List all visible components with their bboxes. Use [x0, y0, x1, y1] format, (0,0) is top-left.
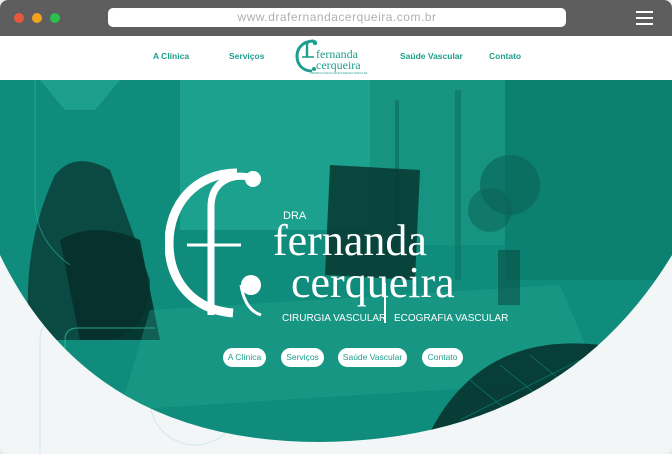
address-bar[interactable]: www.drafernandacerqueira.com.br [108, 8, 566, 27]
maximize-dot-icon[interactable] [50, 13, 60, 23]
hamburger-icon[interactable] [636, 11, 653, 25]
hero-logo: DRA fernanda cerqueira CIRURGIA VASCULAR… [165, 168, 508, 324]
header-logo-last-name: cerqueira [316, 58, 361, 72]
hero-logo-last-name: cerqueira [291, 258, 455, 307]
nav-link-servicos[interactable]: Serviços [229, 51, 264, 61]
nav-link-clinica[interactable]: A Clínica [153, 51, 189, 61]
header-logo[interactable]: fernanda cerqueira CIRURGIA VASCULAR ECO… [294, 37, 380, 75]
hero-logo-specialty-right: ECOGRAFIA VASCULAR [394, 313, 508, 324]
close-dot-icon[interactable] [14, 13, 24, 23]
header-logo-tagline: CIRURGIA VASCULAR ECOGRAFIA VASCULAR [310, 71, 368, 75]
browser-window: www.drafernandacerqueira.com.br A Clínic… [0, 0, 672, 454]
hero-button-servicos[interactable]: Serviços [281, 348, 324, 367]
hero-logo-specialty-left: CIRURGIA VASCULAR [282, 313, 386, 324]
nav-link-saude-vascular[interactable]: Saúde Vascular [400, 51, 463, 61]
hero-section: DRA fernanda cerqueira CIRURGIA VASCULAR… [0, 80, 672, 454]
minimize-dot-icon[interactable] [32, 13, 42, 23]
hero-button-contato[interactable]: Contato [422, 348, 463, 367]
nav-link-contato[interactable]: Contato [489, 51, 521, 61]
hero-button-clinica[interactable]: A Clínica [223, 348, 266, 367]
hero-button-saude-vascular[interactable]: Saúde Vascular [338, 348, 407, 367]
browser-chrome: www.drafernandacerqueira.com.br [0, 0, 672, 36]
